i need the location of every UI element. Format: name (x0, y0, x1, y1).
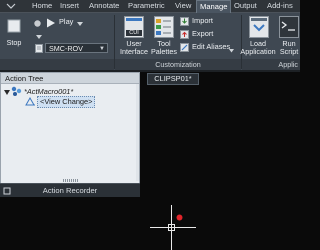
ribbon-tab-bar: Home Insert Annotate Parametric View Man… (0, 0, 300, 13)
panel-scrollbar[interactable] (136, 84, 139, 181)
action-recorder-bar: Action Recorder (0, 183, 140, 197)
tab-insert[interactable]: Insert (60, 1, 79, 11)
cui-badge: CUI (129, 30, 139, 36)
play-icon[interactable] (46, 18, 56, 30)
load-application-button-label[interactable]: Load Application (237, 40, 279, 56)
macro-select[interactable]: SMC-ROV ▼ (45, 43, 108, 53)
tab-annotate[interactable]: Annotate (89, 1, 119, 11)
applications-group-title: Applic (242, 59, 300, 70)
macro-file-icon (35, 44, 43, 55)
record-icon[interactable] (33, 19, 42, 30)
drawing-tab[interactable]: CLIPSP01* (147, 73, 199, 85)
tab-home[interactable]: Home (32, 1, 52, 11)
panel-resize-grip[interactable] (63, 179, 79, 182)
chevron-down-icon: ▼ (99, 46, 105, 52)
stop-button-label[interactable]: Stop (2, 39, 26, 47)
tab-view[interactable]: View (175, 1, 191, 11)
load-application-icon[interactable] (249, 16, 269, 40)
play-button-label[interactable]: Play (59, 17, 73, 27)
edit-aliases-dropdown-icon[interactable] (229, 46, 234, 55)
tab-manage[interactable]: Manage (196, 0, 232, 13)
action-recorder-title: Action Recorder (42, 186, 98, 195)
stop-icon[interactable] (7, 19, 21, 35)
action-tree-toggle-icon[interactable] (35, 33, 43, 43)
import-button-label[interactable]: Import (192, 16, 213, 26)
export-button-label[interactable]: Export (192, 29, 213, 39)
customization-group-title: Customization (115, 59, 241, 70)
play-dropdown-icon[interactable] (77, 20, 83, 29)
expand-icon[interactable] (4, 89, 10, 98)
macro-icon (11, 86, 22, 99)
ribbon-panel: Stop Play SMC-ROV ▼ CUI User Interface T… (0, 13, 300, 70)
action-tree-view-change[interactable]: <View Change> (37, 96, 96, 108)
view-change-icon (25, 96, 36, 109)
user-interface-icon[interactable] (124, 16, 144, 40)
user-interface-button-label[interactable]: User Interface (116, 40, 152, 56)
macro-group-title (0, 59, 114, 70)
red-marker-icon (176, 214, 183, 223)
import-icon[interactable] (180, 17, 189, 28)
tab-add-ins[interactable]: Add-ins (267, 1, 293, 11)
tab-output[interactable]: Output (234, 1, 257, 11)
cursor-pickbox-icon (168, 224, 175, 233)
run-script-button-label[interactable]: Run Script (276, 40, 302, 56)
edit-aliases-icon[interactable] (180, 43, 189, 54)
run-script-icon[interactable] (279, 16, 299, 40)
tool-palettes-button-label[interactable]: Tool Palettes (150, 40, 178, 56)
edit-aliases-button-label[interactable]: Edit Aliases (192, 42, 230, 52)
action-tree-panel: Action Tree *ActMacro001* <View Change> (0, 72, 140, 196)
macro-select-value: SMC-ROV (49, 44, 83, 53)
export-icon[interactable] (180, 30, 189, 41)
action-tree-title: Action Tree (1, 73, 139, 84)
tool-palettes-icon[interactable] (154, 16, 174, 40)
quick-access-arrow-icon[interactable] (6, 2, 16, 12)
tab-parametric[interactable]: Parametric (128, 1, 165, 11)
